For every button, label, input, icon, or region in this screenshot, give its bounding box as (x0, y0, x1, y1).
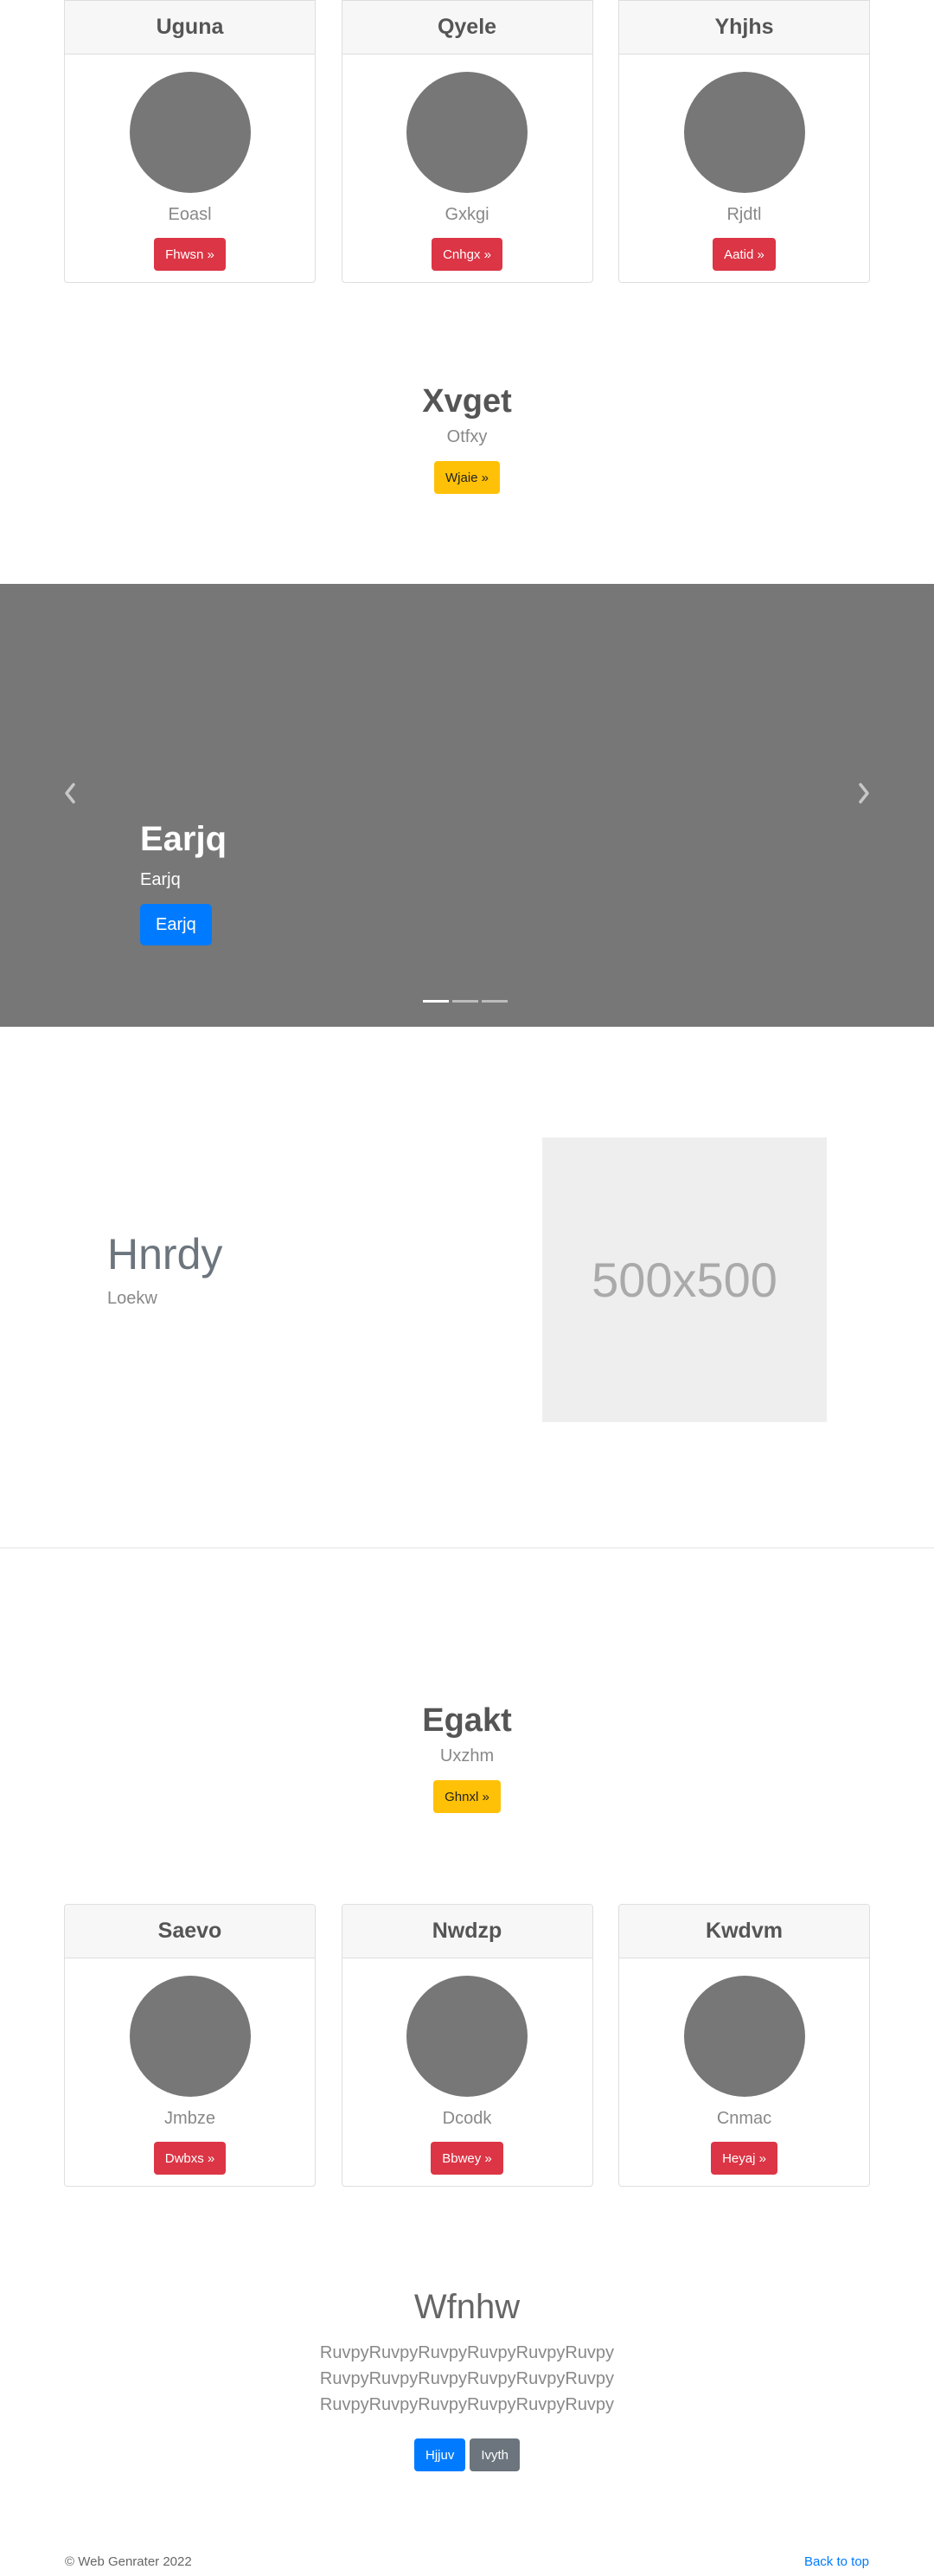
card-title: Qyele (342, 1, 592, 54)
featurette-subtitle: Loekw (107, 1289, 157, 1308)
top-card-row: Uguna Eoasl Fhwsn » Qyele Gxkgi Cnhgx » … (64, 0, 870, 283)
feature-section-1: Xvget Otfxy Wjaie » (0, 381, 934, 494)
carousel-indicator[interactable] (482, 1000, 508, 1003)
bottom-card-row: Saevo Jmbze Dwbxs » Nwdzp Dcodk Bbwey » … (64, 1904, 870, 2187)
card-qyele: Qyele Gxkgi Cnhgx » (341, 0, 593, 283)
secondary-button[interactable]: Ivyth (470, 2438, 521, 2471)
carousel: Earjq Earjq Earjq (0, 584, 934, 1027)
card-saevo: Saevo Jmbze Dwbxs » (64, 1904, 316, 2187)
lead-text: RuvpyRuvpyRuvpyRuvpyRuvpyRuvpy RuvpyRuvp… (320, 2340, 614, 2418)
carousel-subtitle: Earjq (140, 870, 181, 889)
feature-subtitle: Otfxy (446, 427, 488, 446)
avatar (406, 1976, 528, 2097)
card-button[interactable]: Cnhgx » (432, 238, 502, 271)
carousel-indicator[interactable] (423, 1000, 449, 1003)
card-button[interactable]: Dwbxs » (153, 2142, 227, 2175)
lead-button-group: Hjjuv Ivyth (413, 2438, 521, 2471)
avatar (683, 1976, 805, 2097)
carousel-indicators (423, 1000, 508, 1003)
card-button[interactable]: Aatid » (713, 238, 776, 271)
feature-title: Egakt (422, 1702, 512, 1739)
lead-title: Wfnhw (413, 2288, 521, 2326)
card-title: Nwdzp (342, 1905, 592, 1958)
primary-button[interactable]: Hjjuv (413, 2438, 466, 2471)
card-text: Rjdtl (726, 205, 762, 224)
avatar (129, 72, 251, 193)
lead-line: RuvpyRuvpyRuvpyRuvpyRuvpyRuvpy (319, 2343, 615, 2362)
card-button[interactable]: Fhwsn » (154, 238, 226, 271)
card-text: Gxkgi (445, 205, 489, 224)
back-to-top-link[interactable]: Back to top (804, 2554, 869, 2569)
card-text: Dcodk (442, 2109, 492, 2128)
feature-button[interactable]: Wjaie » (433, 461, 501, 494)
card-title: Kwdvm (619, 1905, 869, 1958)
lead-line: RuvpyRuvpyRuvpyRuvpyRuvpyRuvpy (319, 2369, 615, 2388)
chevron-right-icon (859, 783, 869, 804)
card-button[interactable]: Bbwey » (431, 2142, 503, 2175)
avatar (129, 1976, 251, 2097)
feature-button[interactable]: Ghnxl » (433, 1780, 501, 1813)
avatar (406, 72, 528, 193)
card-button[interactable]: Heyaj » (711, 2142, 777, 2175)
footer-copyright: © Web Genrater 2022 (65, 2554, 192, 2569)
card-yhjhs: Yhjhs Rjdtl Aatid » (618, 0, 870, 283)
featurette-heading: Hnrdy (107, 1230, 223, 1278)
chevron-left-icon (65, 783, 75, 804)
carousel-caption: Earjq Earjq Earjq (140, 819, 227, 945)
feature-subtitle: Uxzhm (439, 1746, 495, 1765)
card-kwdvm: Kwdvm Cnmac Heyaj » (618, 1904, 870, 2187)
lead-section: Wfnhw RuvpyRuvpyRuvpyRuvpyRuvpyRuvpy Ruv… (0, 2286, 934, 2471)
carousel-indicator[interactable] (452, 1000, 478, 1003)
card-text: Cnmac (716, 2109, 772, 2128)
lead-line: RuvpyRuvpyRuvpyRuvpyRuvpyRuvpy (319, 2395, 615, 2414)
card-text: Eoasl (168, 205, 212, 224)
placeholder-image: 500x500 (542, 1137, 827, 1422)
carousel-title: Earjq (140, 820, 227, 858)
feature-section-2: Egakt Uxzhm Ghnxl » (0, 1701, 934, 1813)
card-uguna: Uguna Eoasl Fhwsn » (64, 0, 316, 283)
card-title: Uguna (65, 1, 315, 54)
card-nwdzp: Nwdzp Dcodk Bbwey » (341, 1904, 593, 2187)
carousel-prev-button[interactable] (57, 776, 83, 811)
feature-title: Xvget (422, 383, 512, 420)
avatar (683, 72, 805, 193)
carousel-button[interactable]: Earjq (140, 904, 212, 945)
card-text: Jmbze (164, 2109, 215, 2128)
card-title: Yhjhs (619, 1, 869, 54)
carousel-next-button[interactable] (851, 776, 877, 811)
card-title: Saevo (65, 1905, 315, 1958)
